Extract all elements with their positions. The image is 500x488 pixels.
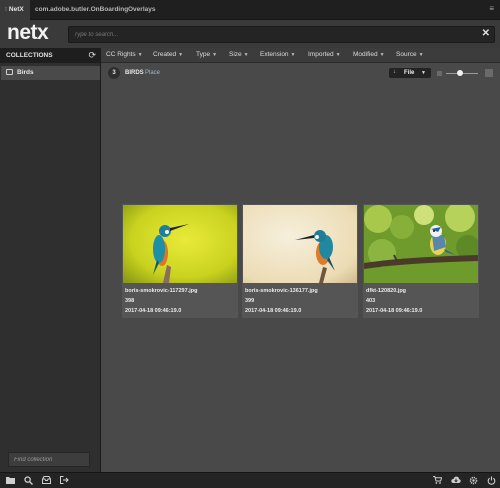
asset-card[interactable]: boris-smokrovic-136177.jpg 399 2017-04-1… — [242, 204, 358, 318]
close-icon[interactable]: ✕ — [482, 28, 490, 39]
filter-created[interactable]: Created ▼ — [153, 51, 183, 58]
sign-out-icon[interactable] — [60, 476, 69, 486]
menu-icon[interactable]: ≡ — [489, 4, 494, 13]
sort-select[interactable]: ↓ File ▼ — [389, 68, 431, 78]
place-link[interactable]: Place — [145, 70, 160, 76]
chevron-down-icon: ▼ — [290, 52, 296, 58]
chevron-down-icon: ▼ — [418, 52, 424, 58]
filter-label: Imported — [308, 51, 334, 58]
asset-count-badge: 3 — [108, 67, 120, 79]
chevron-down-icon: ▼ — [137, 52, 143, 58]
asset-filename: boris-smokrovic-136177.jpg — [245, 288, 318, 294]
chevron-down-icon: ▼ — [335, 52, 341, 58]
cloud-download-icon[interactable] — [451, 476, 461, 486]
asset-date: 2017-04-18 09:46:19.0 — [245, 308, 302, 314]
collections-sidebar: COLLECTIONS ⟳ Birds — [0, 48, 101, 472]
sidebar-title: COLLECTIONS — [6, 52, 53, 59]
app-header: netx ✕ — [0, 20, 500, 48]
netx-logo: netx — [7, 21, 49, 44]
asset-thumbnail[interactable] — [364, 205, 478, 283]
asset-card[interactable]: dfkt-120820.jpg 403 2017-04-18 09:46:19.… — [363, 204, 479, 318]
folder-icon[interactable] — [6, 476, 15, 486]
filter-label: Size — [229, 51, 242, 58]
filter-label: Extension — [260, 51, 289, 58]
sort-value: File — [404, 69, 415, 76]
filter-label: Source — [396, 51, 417, 58]
sort-direction-icon[interactable]: ↓ — [393, 69, 396, 75]
find-collection-input[interactable] — [14, 456, 86, 464]
asset-thumbnail[interactable] — [243, 205, 357, 283]
filter-cc-rights[interactable]: CC Rights ▼ — [106, 51, 143, 58]
search-input[interactable] — [74, 30, 464, 40]
asset-thumbnail[interactable] — [123, 205, 237, 283]
filter-type[interactable]: Type ▼ — [196, 51, 217, 58]
sidebar-header: COLLECTIONS ⟳ — [0, 48, 101, 63]
find-collection-box — [8, 452, 90, 467]
tab-label: NetX — [8, 6, 24, 13]
tab-onboarding[interactable]: com.adobe.butler.OnBoarding — [30, 0, 133, 20]
asset-id: 403 — [366, 298, 376, 304]
tab-netx[interactable]: ⁝ NetX — [0, 0, 30, 20]
asset-filename: boris-smokrovic-117297.jpg — [125, 288, 198, 294]
tab-label: Overlays — [128, 6, 156, 13]
main-panel: CC Rights ▼ Created ▼ Type ▼ Size ▼ Extensio… — [101, 48, 500, 472]
chevron-down-icon: ▼ — [212, 52, 218, 58]
filter-extension[interactable]: Extension ▼ — [260, 51, 296, 58]
bottom-toolbar — [0, 472, 500, 488]
asset-card[interactable]: boris-smokrovic-117297.jpg 398 2017-04-1… — [122, 204, 238, 318]
panel-tab-bar: ⁝ NetX com.adobe.butler.OnBoarding Overla… — [0, 0, 500, 20]
asset-date: 2017-04-18 09:46:19.0 — [366, 308, 423, 314]
inbox-icon[interactable] — [42, 476, 51, 486]
chevron-down-icon: ▼ — [421, 70, 426, 76]
power-icon[interactable] — [487, 476, 496, 487]
settings-icon[interactable] — [469, 476, 478, 487]
filter-source[interactable]: Source ▼ — [396, 51, 424, 58]
filter-imported[interactable]: Imported ▼ — [308, 51, 341, 58]
asset-filename: dfkt-120820.jpg — [366, 288, 407, 294]
asset-date: 2017-04-18 09:46:19.0 — [125, 308, 182, 314]
cart-icon[interactable] — [433, 476, 443, 486]
filter-modified[interactable]: Modified ▼ — [353, 51, 385, 58]
grip-icon: ⁝ — [5, 7, 7, 13]
asset-id: 398 — [125, 298, 135, 304]
collection-icon — [6, 69, 13, 75]
tab-overlays[interactable]: Overlays — [123, 0, 160, 20]
asset-id: 399 — [245, 298, 255, 304]
chevron-down-icon: ▼ — [379, 52, 385, 58]
filter-bar: CC Rights ▼ Created ▼ Type ▼ Size ▼ Extensio… — [101, 48, 500, 63]
collection-toolbar: 3 BIRDS Place ↓ File ▼ — [101, 63, 500, 83]
collection-title: BIRDS — [125, 70, 144, 76]
chevron-down-icon: ▼ — [178, 52, 184, 58]
sidebar-item-label: Birds — [17, 69, 34, 76]
tab-label: com.adobe.butler.OnBoarding — [35, 6, 129, 13]
filter-size[interactable]: Size ▼ — [229, 51, 249, 58]
zoom-slider-handle[interactable] — [457, 70, 463, 76]
filter-label: Modified — [353, 51, 378, 58]
sidebar-item-birds[interactable]: Birds — [1, 66, 100, 80]
large-thumbnail-icon[interactable] — [485, 69, 493, 77]
filter-label: Created — [153, 51, 177, 58]
small-thumbnail-icon[interactable] — [437, 71, 442, 76]
chevron-down-icon: ▼ — [243, 52, 249, 58]
filter-label: CC Rights — [106, 51, 136, 58]
refresh-icon[interactable]: ⟳ — [88, 50, 96, 61]
filter-label: Type — [196, 51, 211, 58]
search-box: ✕ — [68, 26, 495, 43]
search-icon[interactable] — [24, 476, 33, 487]
